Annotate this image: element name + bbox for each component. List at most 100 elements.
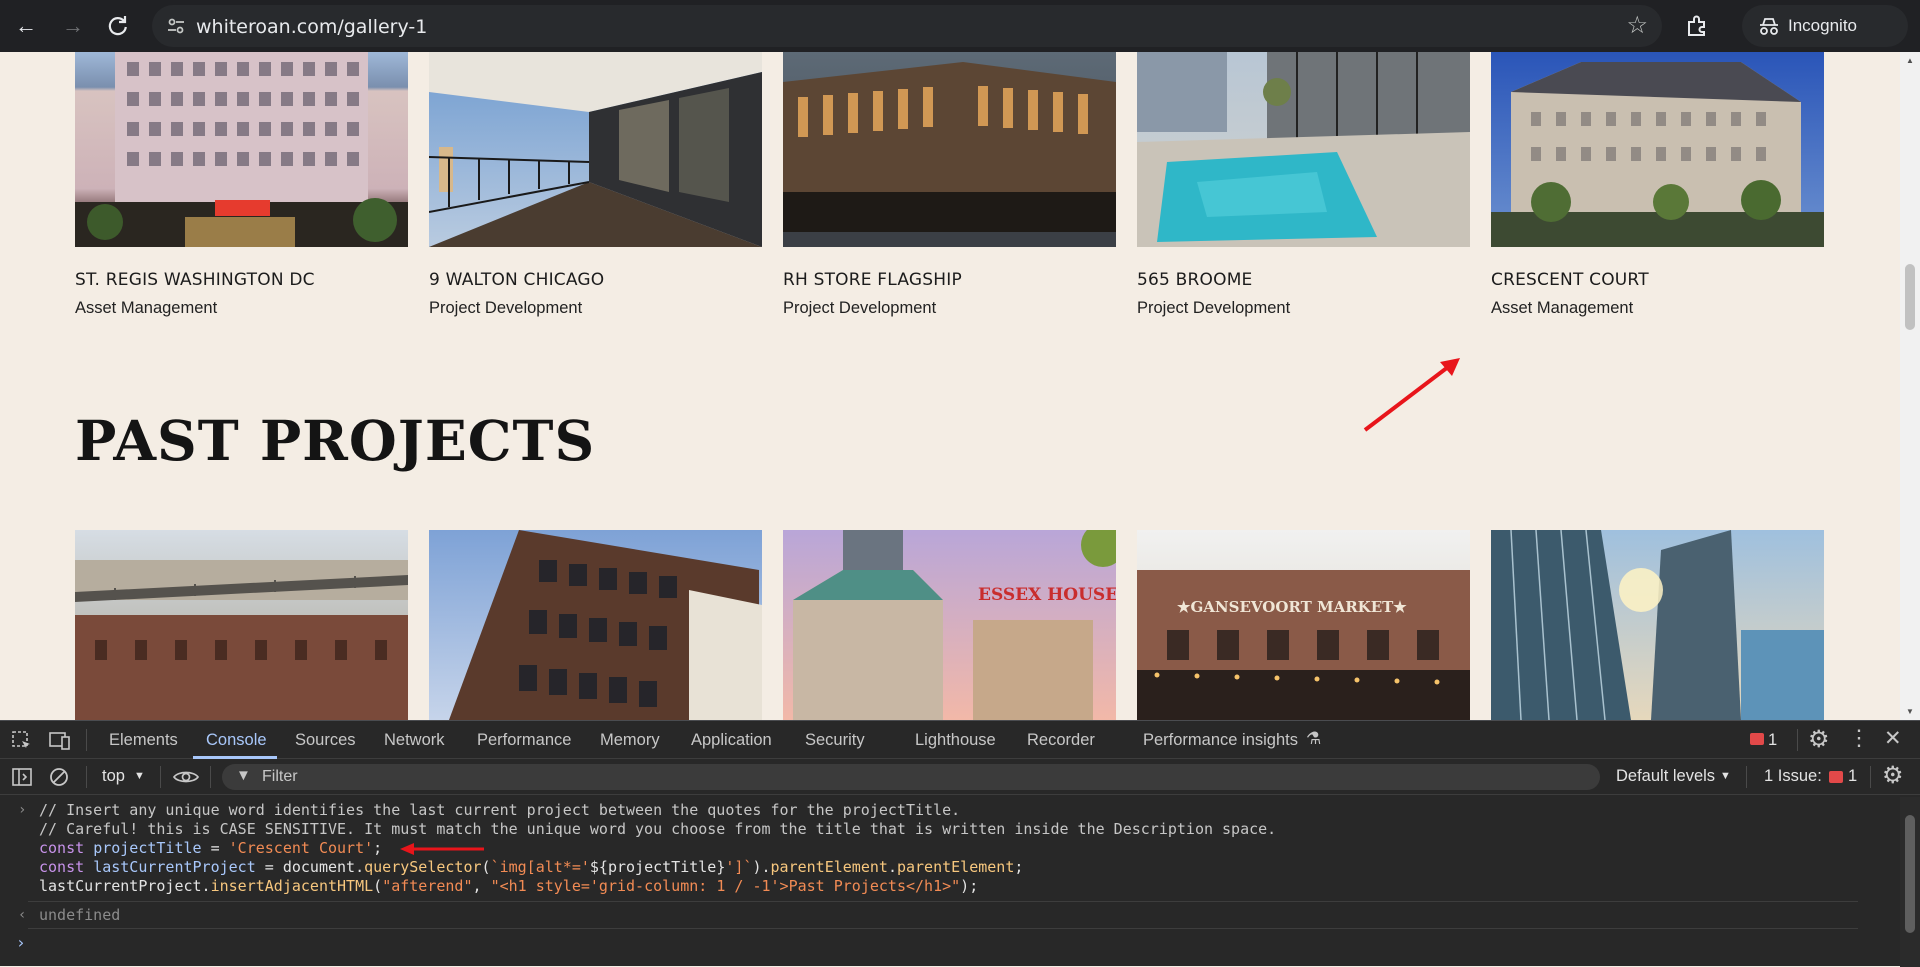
annotation-arrow-icon (1363, 358, 1460, 432)
project-image-past-3[interactable]: ESSEX HOUSE (783, 530, 1116, 720)
address-bar[interactable]: whiteroan.com/gallery-1 ☆ (152, 5, 1662, 47)
result-arrow-icon: ‹ (18, 907, 27, 923)
tab-lighthouse[interactable]: Lighthouse (915, 731, 996, 750)
tab-elements[interactable]: Elements (109, 731, 178, 750)
site-info-icon[interactable] (166, 16, 186, 36)
tab-sources[interactable]: Sources (295, 731, 356, 750)
tab-console[interactable]: Console (206, 731, 267, 750)
project-image-565-broome[interactable] (1137, 52, 1470, 247)
project-image-crescent-court[interactable] (1491, 52, 1824, 247)
code-token: = document. (255, 858, 365, 876)
bookmark-star-icon[interactable]: ☆ (1626, 11, 1648, 40)
project-image-past-2[interactable] (429, 530, 762, 720)
devtools-tab-bar: Elements Console Sources Network Perform… (0, 721, 1920, 759)
code-token: ); (960, 877, 979, 895)
show-sidebar-icon[interactable] (11, 766, 33, 788)
flask-icon: ⚗ (1306, 729, 1322, 748)
project-category: Project Development (429, 299, 583, 317)
tab-performance[interactable]: Performance (477, 731, 571, 750)
project-title[interactable]: 565 BROOME (1137, 270, 1253, 290)
code-token: lastCurrentProject. (39, 877, 211, 895)
console-scrollbar[interactable] (1900, 797, 1920, 967)
log-levels-dropdown-icon[interactable]: ▼ (1720, 770, 1731, 782)
annotation-arrow-left-icon (400, 843, 484, 855)
device-toolbar-icon[interactable] (48, 730, 72, 752)
project-category: Project Development (783, 299, 937, 317)
project-image-rh-store[interactable] (783, 52, 1116, 247)
back-icon[interactable]: ← (9, 9, 43, 43)
tab-performance-insights[interactable]: Performance insights (1143, 731, 1298, 750)
tab-memory[interactable]: Memory (600, 731, 660, 750)
code-token: "afterend" (382, 877, 473, 895)
code-token: ${projectTitle} (589, 858, 726, 876)
project-title[interactable]: RH STORE FLAGSHIP (783, 270, 962, 290)
input-prompt-icon: › (18, 802, 27, 818)
console-code-line-3: const projectTitle = 'Crescent Court'; (39, 839, 382, 858)
devtools-settings-icon[interactable]: ⚙ (1808, 725, 1830, 754)
code-token: "<h1 style='grid-column: 1 / -1'>Past Pr… (490, 877, 961, 895)
code-token: = (201, 839, 229, 857)
issues-label[interactable]: 1 Issue: (1764, 767, 1822, 786)
filter-placeholder: Filter (262, 768, 298, 785)
code-token: ; (1014, 858, 1024, 876)
clear-console-icon[interactable] (48, 766, 70, 788)
tab-security[interactable]: Security (805, 731, 865, 750)
incognito-profile-button[interactable]: Incognito (1742, 5, 1908, 47)
essex-house-sign: ESSEX HOUSE (978, 585, 1116, 605)
console-scroll-thumb[interactable] (1905, 815, 1915, 933)
inspect-element-icon[interactable] (11, 730, 33, 752)
project-image-past-5[interactable] (1491, 530, 1824, 720)
incognito-label: Incognito (1788, 16, 1857, 35)
project-title[interactable]: CRESCENT COURT (1491, 270, 1649, 290)
context-selector[interactable]: top (102, 767, 125, 786)
page-scroll-thumb[interactable] (1905, 264, 1915, 330)
error-badge-count[interactable]: 1 (1768, 731, 1777, 750)
console-comment-line-1: // Insert any unique word identifies the… (39, 801, 961, 819)
log-levels-selector[interactable]: Default levels (1616, 767, 1715, 786)
scroll-down-icon[interactable]: ▼ (1906, 707, 1914, 716)
page-scrollbar[interactable]: ▲ ▼ (1900, 52, 1920, 720)
project-image-past-1[interactable] (75, 530, 408, 720)
filter-funnel-icon: ▼ (236, 767, 251, 784)
console-prompt-icon[interactable]: › (16, 933, 26, 952)
url-text[interactable]: whiteroan.com/gallery-1 (196, 16, 427, 38)
code-token: insertAdjacentHTML (210, 877, 374, 895)
project-title[interactable]: 9 WALTON CHICAGO (429, 270, 604, 290)
project-category: Project Development (1137, 299, 1291, 317)
console-settings-icon[interactable]: ⚙ (1882, 761, 1904, 790)
console-code-line-4: const lastCurrentProject = document.quer… (39, 858, 1023, 877)
console-filter-input[interactable]: ▼ Filter (222, 764, 1600, 790)
scroll-up-icon[interactable]: ▲ (1906, 56, 1914, 65)
tab-recorder[interactable]: Recorder (1027, 731, 1095, 750)
browser-toolbar: ← → whiteroan.com/gallery-1 ☆ Incognito (0, 0, 1920, 52)
project-category: Asset Management (75, 299, 218, 317)
page-content: ST. REGIS WASHINGTON DC Asset Management… (0, 52, 1920, 720)
devtools-panel: Elements Console Sources Network Perform… (0, 720, 1920, 967)
more-options-icon[interactable]: ⋮ (1848, 725, 1870, 751)
project-image-st-regis[interactable] (75, 52, 408, 247)
project-title[interactable]: ST. REGIS WASHINGTON DC (75, 270, 315, 290)
reload-icon[interactable] (101, 9, 135, 43)
console-toolbar: top ▼ ▼ Filter Default levels ▼ 1 Issue:… (0, 759, 1920, 795)
console-code-line-5: lastCurrentProject.insertAdjacentHTML("a… (39, 877, 978, 896)
code-token: . (887, 858, 897, 876)
project-image-past-4[interactable]: ★GANSEVOORT MARKET★ (1137, 530, 1470, 720)
incognito-icon (1760, 18, 1778, 35)
close-devtools-icon[interactable]: ✕ (1884, 726, 1902, 751)
console-output[interactable]: › // Insert any unique word identifies t… (0, 797, 1900, 967)
past-projects-heading: PAST PROJECTS (75, 408, 596, 473)
code-token: const (39, 858, 85, 876)
error-badge-icon[interactable] (1750, 733, 1764, 745)
context-dropdown-icon[interactable]: ▼ (134, 770, 145, 782)
tab-network[interactable]: Network (384, 731, 445, 750)
project-image-9-walton[interactable] (429, 52, 762, 247)
issue-badge-icon[interactable] (1829, 771, 1843, 783)
issues-count[interactable]: 1 (1848, 767, 1857, 786)
extensions-icon[interactable] (1680, 9, 1714, 43)
tab-application[interactable]: Application (691, 731, 772, 750)
code-token: , (472, 877, 491, 895)
code-token: parentElement (770, 858, 888, 876)
forward-icon[interactable]: → (56, 9, 90, 43)
live-expression-eye-icon[interactable] (172, 766, 200, 788)
code-token: `img[alt*=' (490, 858, 590, 876)
